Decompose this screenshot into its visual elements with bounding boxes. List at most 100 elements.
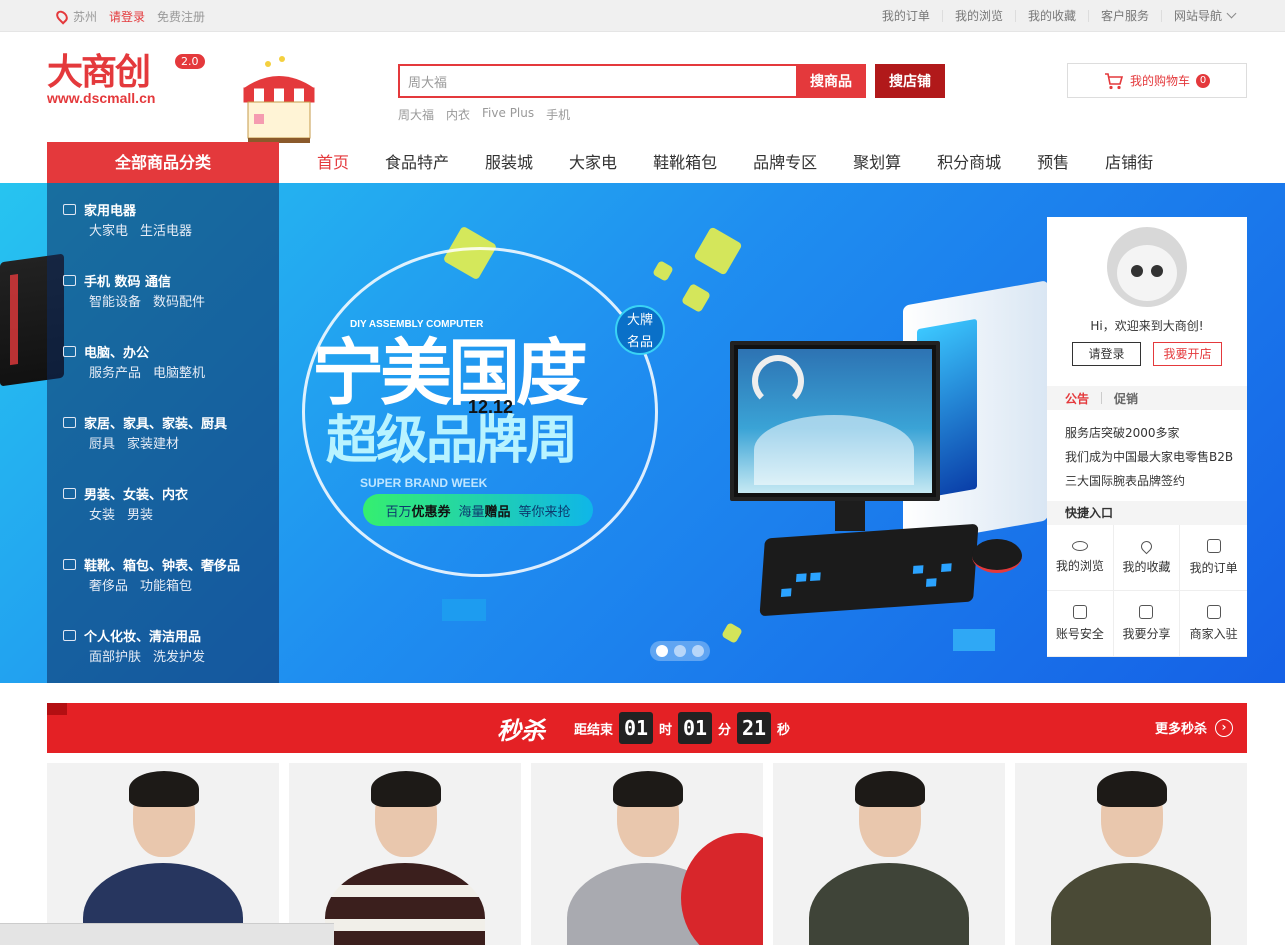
headphone-image (752, 355, 804, 407)
banner-en-subtitle: SUPER BRAND WEEK (360, 476, 488, 490)
nav-item-appliances[interactable]: 大家电 (551, 142, 635, 183)
tab-promotion[interactable]: 促销 (1114, 390, 1138, 407)
category-item[interactable]: 手机 数码 通信 智能设备 数码配件 (47, 268, 279, 339)
site-nav-label: 网站导航 (1173, 9, 1222, 23)
hotword-link[interactable]: Five Plus (482, 106, 534, 123)
notice-item[interactable]: 服务店突破2000多家 (1065, 421, 1235, 445)
nav-item-shop-street[interactable]: 店铺街 (1087, 142, 1171, 183)
subcategory-link[interactable]: 奢侈品 (89, 576, 128, 598)
subcategory-link[interactable]: 女装 (89, 505, 115, 527)
hotword-link[interactable]: 内衣 (446, 106, 470, 123)
search-shop-button[interactable]: 搜店铺 (875, 64, 945, 98)
category-item[interactable]: 家用电器 大家电 生活电器 (47, 197, 279, 268)
subcategory-link[interactable]: 洗发护发 (153, 647, 205, 669)
category-title: 个人化妆、清洁用品 (84, 629, 202, 645)
more-seckill-label: 更多秒杀 (1154, 722, 1207, 737)
subcategory-link[interactable]: 功能箱包 (140, 576, 192, 598)
quick-account-security[interactable]: 账号安全 (1047, 591, 1114, 657)
share-icon (1139, 605, 1154, 619)
category-item[interactable]: 电脑、办公 服务产品 电脑整机 (47, 339, 279, 410)
quick-my-history[interactable]: 我的浏览 (1047, 525, 1114, 591)
location-selector[interactable]: 苏州 (53, 7, 97, 25)
brand-badge: 大牌 名品 (615, 305, 665, 355)
decor-cube (680, 282, 712, 314)
all-categories-button[interactable]: 全部商品分类 (47, 142, 279, 183)
product-card[interactable] (1015, 763, 1247, 945)
horizontal-scrollbar[interactable] (0, 923, 334, 945)
search-goods-button[interactable]: 搜商品 (796, 64, 866, 98)
nav-item-shoes-bags[interactable]: 鞋靴箱包 (635, 142, 735, 183)
search-area: 搜商品 搜店铺 周大福 内衣 Five Plus 手机 (398, 64, 945, 123)
site-nav-dropdown[interactable]: 网站导航 (1160, 8, 1247, 23)
nav-item-presale[interactable]: 预售 (1019, 142, 1087, 183)
tab-notice[interactable]: 公告 (1065, 390, 1089, 407)
carousel-dot[interactable] (674, 645, 686, 657)
subcategory-link[interactable]: 电脑整机 (153, 363, 205, 385)
category-item[interactable]: 个人化妆、清洁用品 面部护肤 洗发护发 (47, 623, 279, 683)
subcategory-link[interactable]: 男装 (127, 505, 153, 527)
computer-icon (63, 345, 76, 357)
category-item[interactable]: 鞋靴、箱包、钟表、奢侈品 奢侈品 功能箱包 (47, 552, 279, 623)
quick-label: 我的浏览 (1055, 559, 1104, 573)
category-item[interactable]: 男装、女装、内衣 女装 男装 (47, 481, 279, 552)
logo-url: www.dscmall.cn (47, 90, 156, 106)
subcategory-link[interactable]: 大家电 (89, 221, 128, 243)
decor-block (442, 599, 486, 621)
mouse-image (972, 539, 1022, 573)
product-card[interactable] (289, 763, 521, 945)
subcategory-link[interactable]: 智能设备 (89, 292, 141, 314)
hotword-link[interactable]: 周大福 (398, 106, 434, 123)
user-panel: Hi，欢迎来到大商创! 请登录 我要开店 公告 促销 服务店突破2000多家 我… (1047, 217, 1247, 657)
open-shop-button[interactable]: 我要开店 (1153, 342, 1222, 366)
quick-my-favorites[interactable]: 我的收藏 (1113, 525, 1181, 591)
carousel-dot[interactable] (692, 645, 704, 657)
carousel-dot[interactable] (656, 645, 668, 657)
subcategory-link[interactable]: 数码配件 (153, 292, 205, 314)
subcategory-link[interactable]: 服务产品 (89, 363, 141, 385)
lock-icon (1072, 605, 1087, 619)
site-logo[interactable]: 大商创 2.0 www.dscmall.cn (47, 52, 207, 106)
product-card[interactable] (773, 763, 1005, 945)
category-item[interactable]: 家居、家具、家装、厨具 厨具 家装建材 (47, 410, 279, 481)
brand-badge-line: 大牌 (626, 313, 653, 328)
subcategory-link[interactable]: 家装建材 (127, 434, 179, 456)
search-input[interactable] (398, 64, 796, 98)
pill-text: 海量 (458, 504, 485, 520)
customer-service-link[interactable]: 客户服务 (1087, 10, 1161, 22)
register-link[interactable]: 免费注册 (157, 8, 205, 25)
quick-share[interactable]: 我要分享 (1113, 591, 1181, 657)
quick-label: 我的订单 (1189, 561, 1238, 575)
location-pin-icon (53, 7, 71, 25)
product-card[interactable] (47, 763, 279, 945)
nav-item-home[interactable]: 首页 (299, 142, 367, 183)
product-card[interactable] (531, 763, 763, 945)
quick-merchant-join[interactable]: 商家入驻 (1180, 591, 1247, 657)
panel-login-button[interactable]: 请登录 (1072, 342, 1141, 366)
shirt-icon (63, 487, 76, 499)
login-link[interactable]: 请登录 (109, 8, 145, 25)
nav-item-points-mall[interactable]: 积分商城 (919, 142, 1019, 183)
more-seckill-link[interactable]: 更多秒杀 › (1155, 718, 1233, 737)
quick-my-orders[interactable]: 我的订单 (1180, 525, 1247, 591)
my-orders-link[interactable]: 我的订单 (870, 10, 942, 22)
notice-item[interactable]: 我们成为中国最大家电零售B2B (1065, 445, 1235, 469)
nav-item-group-buy[interactable]: 聚划算 (835, 142, 919, 183)
countdown-seconds: 21 (737, 712, 772, 744)
main-nav: 全部商品分类 首页 食品特产 服装城 大家电 鞋靴箱包 品牌专区 聚划算 积分商… (0, 142, 1285, 183)
countdown-hours: 01 (619, 712, 654, 744)
cart-button[interactable]: 我的购物车 0 (1067, 63, 1247, 98)
subcategory-link[interactable]: 面部护肤 (89, 647, 141, 669)
my-history-link[interactable]: 我的浏览 (941, 10, 1015, 22)
nav-item-food[interactable]: 食品特产 (367, 142, 467, 183)
product-image (809, 863, 969, 945)
notice-item[interactable]: 三大国际腕表品牌签约 (1065, 469, 1235, 493)
my-favorites-link[interactable]: 我的收藏 (1014, 10, 1088, 22)
subcategory-link[interactable]: 厨具 (89, 434, 115, 456)
minutes-unit: 分 (718, 722, 732, 738)
header: 大商创 2.0 www.dscmall.cn 搜商品 搜店铺 周大福 内衣 Fi… (0, 32, 1285, 143)
hotword-link[interactable]: 手机 (546, 106, 570, 123)
subcategory-link[interactable]: 生活电器 (140, 221, 192, 243)
nav-item-brands[interactable]: 品牌专区 (735, 142, 835, 183)
nav-item-clothing[interactable]: 服装城 (467, 142, 551, 183)
sofa-icon (63, 416, 76, 428)
